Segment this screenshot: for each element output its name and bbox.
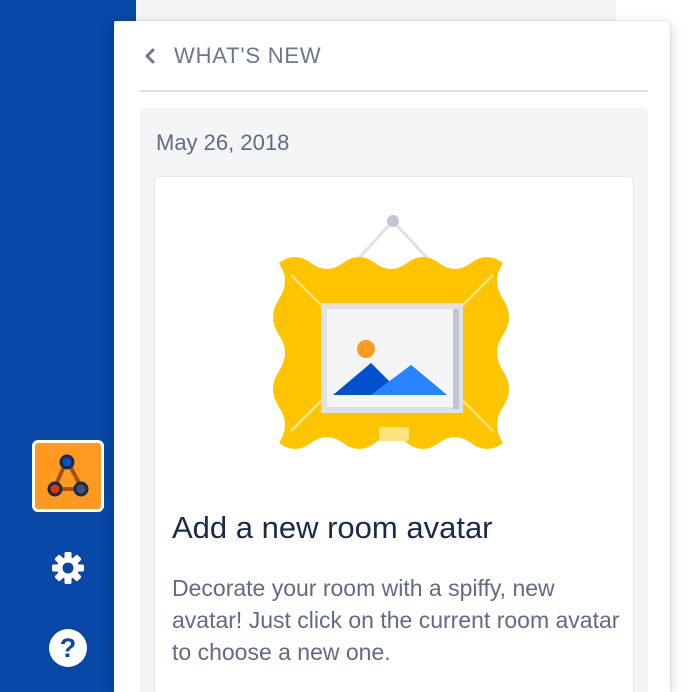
card-title: Add a new room avatar: [172, 510, 493, 545]
feature-card: Add a new room avatar Decorate your room…: [155, 177, 633, 692]
svg-text:?: ?: [60, 633, 77, 663]
webhook-icon: [47, 454, 89, 497]
help-button[interactable]: ?: [42, 622, 94, 674]
panel-header: WHAT'S NEW: [140, 21, 648, 92]
gear-icon: [52, 552, 84, 584]
framed-picture-illustration: [273, 215, 509, 449]
back-button[interactable]: [138, 44, 162, 68]
room-avatar-button[interactable]: [32, 440, 104, 512]
feed: May 26, 2018 Add a new room avatar Decor…: [140, 108, 648, 692]
whats-new-panel: WHAT'S NEW May 26, 2018 Add a new room a…: [114, 21, 670, 692]
chevron-left-icon: [145, 48, 155, 63]
settings-button[interactable]: [42, 542, 94, 594]
question-icon: ?: [49, 629, 87, 667]
card-body: Decorate your room with a spiffy, new av…: [172, 575, 620, 665]
entry-date: May 26, 2018: [156, 130, 290, 155]
panel-title: WHAT'S NEW: [174, 42, 322, 68]
